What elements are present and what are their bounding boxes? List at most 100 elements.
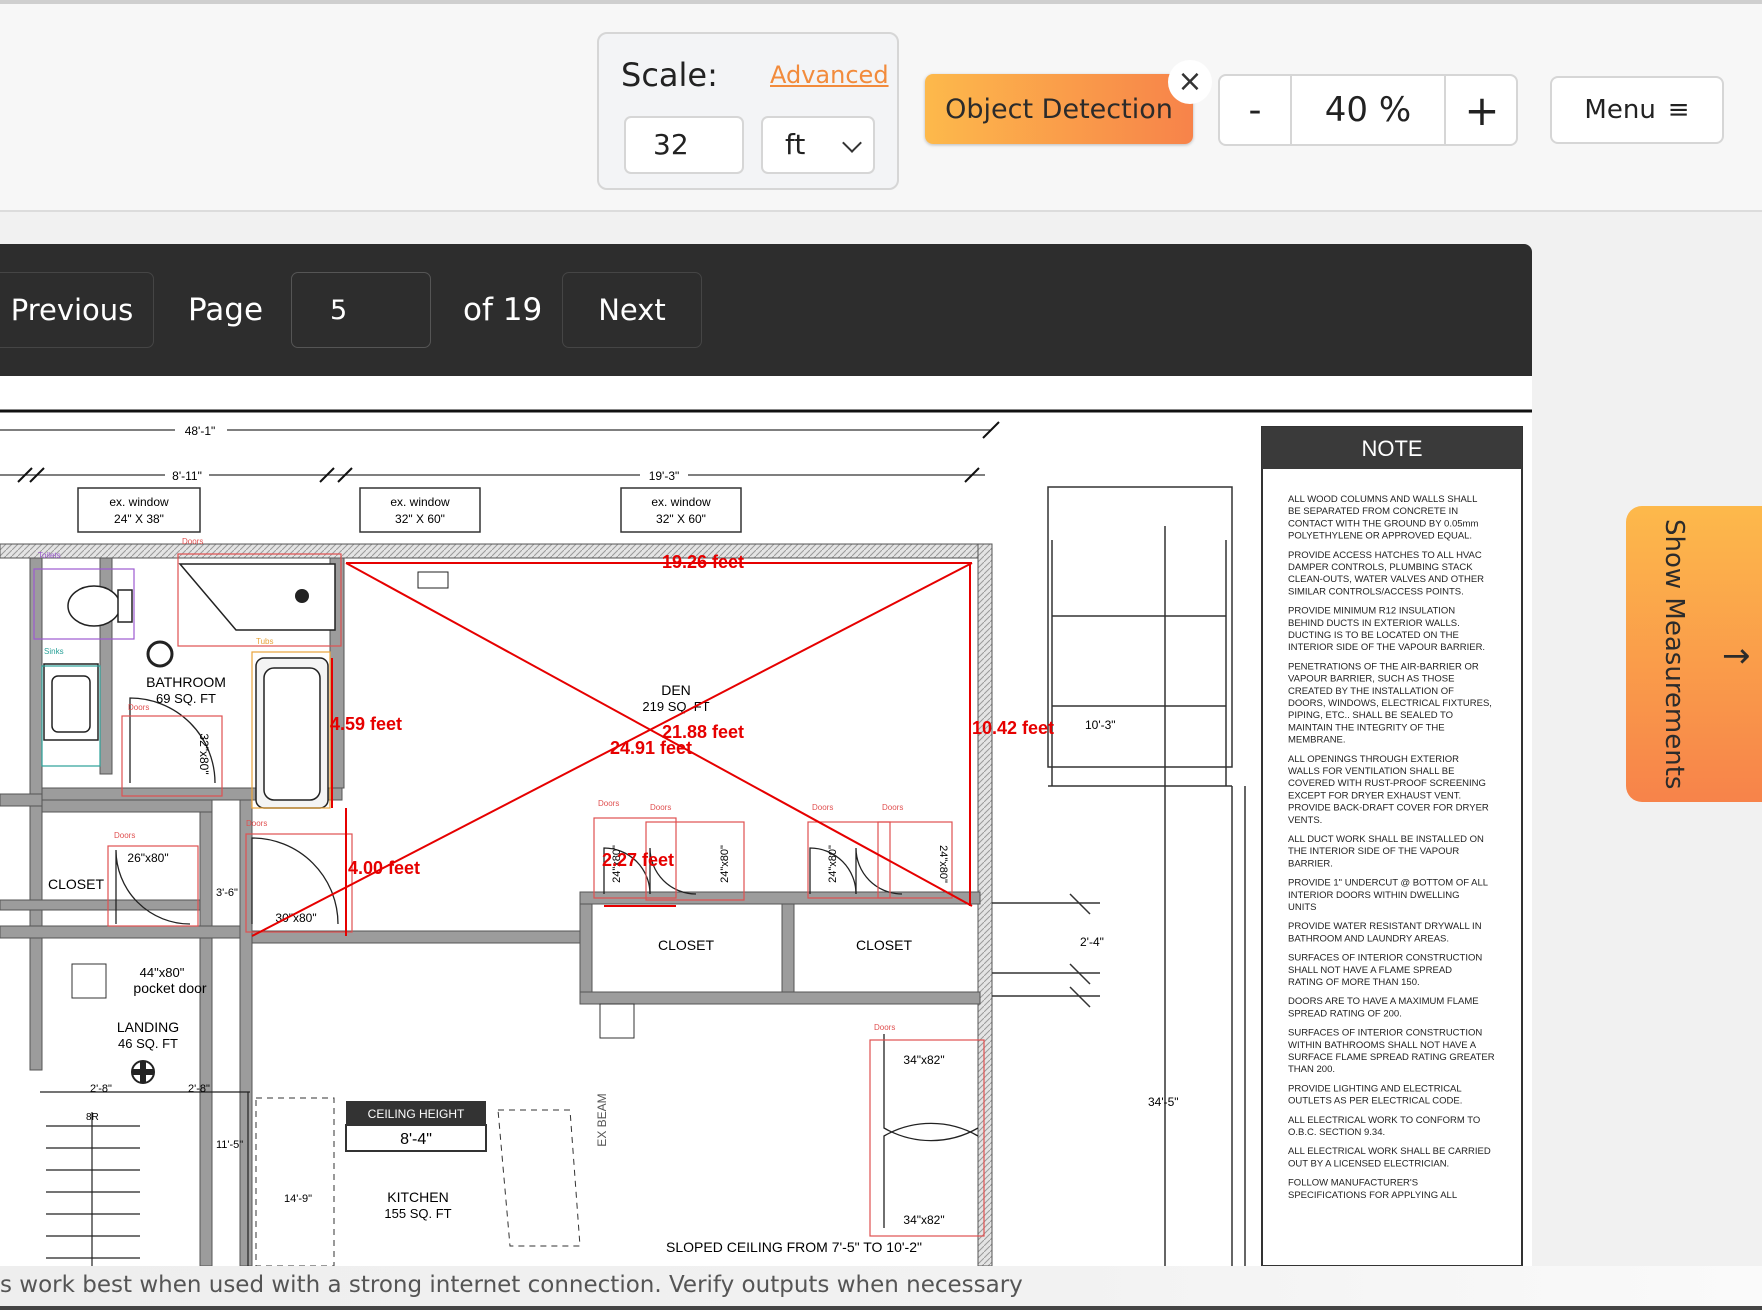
window-label: ex. window 32" X 60" <box>359 487 481 533</box>
svg-text:32" X 60": 32" X 60" <box>656 512 706 526</box>
unit-select-value: ft <box>785 128 806 161</box>
svg-text:Doors: Doors <box>246 819 267 828</box>
scale-input[interactable]: 32 <box>624 116 744 174</box>
close-icon[interactable]: × <box>1168 60 1212 104</box>
note-line: FOLLOW MANUFACTURER'S <box>1288 1178 1418 1189</box>
svg-text:Sinks: Sinks <box>44 647 64 656</box>
right-structure <box>992 486 1246 1266</box>
note-line: PROVIDE LIGHTING AND ELECTRICAL <box>1288 1083 1462 1094</box>
svg-text:Doors: Doors <box>650 803 671 812</box>
note-line: SURFACES OF INTERIOR CONSTRUCTION <box>1288 953 1482 964</box>
note-line: PROVIDE ACCESS HATCHES TO ALL HVAC <box>1288 550 1482 561</box>
note-line: SIMILAR CONTROLS/ACCESS POINTS. <box>1288 586 1464 597</box>
dim-overall: 48'-1" <box>185 424 216 438</box>
note-line: SPECIFICATIONS FOR APPLYING ALL <box>1288 1190 1457 1201</box>
dim-landing: 11'-5" <box>216 1139 243 1151</box>
window-label: ex. window 24" X 38" <box>77 487 201 533</box>
connection-notice: s work best when used with a strong inte… <box>0 1272 1023 1298</box>
door-size: 32"x80" <box>197 733 211 774</box>
floor-plan[interactable]: 48'-1" 8'-11" 19'-3" ex. window 24" X 38… <box>0 376 1532 1266</box>
next-button[interactable]: Next <box>562 272 702 348</box>
kitchen-counter <box>255 1097 335 1266</box>
note-line: SURFACE FLAME SPREAD RATING GREATER <box>1288 1052 1495 1063</box>
note-line: PROVIDE BACK-DRAFT COVER FOR DRYER <box>1288 803 1489 814</box>
note-line: ALL ELECTRICAL WORK TO CONFORM TO <box>1288 1115 1480 1126</box>
advanced-link[interactable]: Advanced <box>770 61 889 89</box>
room-label-closet: CLOSET <box>48 876 104 892</box>
measurement-top: 19.26 feet <box>662 552 744 572</box>
dim-side-long: 34'-5" <box>1148 1095 1179 1109</box>
svg-text:Doors: Doors <box>598 799 619 808</box>
note-line: ALL WOOD COLUMNS AND WALLS SHALL <box>1288 494 1477 505</box>
object-detection-button[interactable]: Object Detection <box>925 74 1193 144</box>
room-area-landing: 46 SQ. FT <box>118 1036 178 1051</box>
note-line: CLEAN-OUTS, WATER VALVES AND OTHER <box>1288 574 1484 585</box>
note-line: CONTACT WITH THE GROUND BY 0.05mm <box>1288 518 1478 529</box>
show-measurements-tab[interactable]: Show Measurements → <box>1626 506 1762 802</box>
scale-label: Scale: <box>621 56 718 94</box>
svg-text:Tubs: Tubs <box>256 637 274 646</box>
measurement-diag2: 24.91 feet <box>610 738 692 758</box>
dim-side: 2'-4" <box>1080 935 1104 949</box>
note-line: DOORS, WINDOWS, ELECTRICAL FIXTURES, <box>1288 698 1492 709</box>
note-line: PIPING, ETC.. SHALL BE SEALED TO <box>1288 710 1453 721</box>
note-line: UNITS <box>1288 902 1317 913</box>
page-label: Page <box>188 292 264 328</box>
dim-kitchen: 14'-9" <box>284 1193 312 1205</box>
note-line: SURFACES OF INTERIOR CONSTRUCTION <box>1288 1028 1482 1039</box>
chevron-down-icon <box>842 133 862 153</box>
exterior-wall <box>0 543 991 559</box>
note-panel: NOTE ALL WOOD COLUMNS AND WALLS SHALLBE … <box>1261 426 1523 1266</box>
dim-stair-rise: 8R <box>86 1112 99 1123</box>
note-line: CREATED BY THE INSTALLATION OF <box>1288 686 1454 697</box>
arrow-right-icon: → <box>1722 636 1751 676</box>
column-box <box>71 963 107 999</box>
room-label-closet: CLOSET <box>658 937 714 953</box>
note-line: COVERED WITH RUST-PROOF SCREENING <box>1288 778 1486 789</box>
note-line: ALL OPENINGS THROUGH EXTERIOR <box>1288 754 1459 765</box>
svg-text:Doors: Doors <box>874 1023 895 1032</box>
svg-text:ex. window: ex. window <box>109 495 169 509</box>
note-title: NOTE <box>1361 436 1422 461</box>
svg-text:32" X 60": 32" X 60" <box>395 512 445 526</box>
note-line: OUTLETS AS PER ELECTRICAL CODE. <box>1288 1096 1462 1107</box>
room-label-landing: LANDING <box>117 1019 179 1035</box>
exterior-wall <box>977 543 993 1266</box>
dim-left: 8'-11" <box>172 469 202 483</box>
hamburger-icon: ≡ <box>1667 95 1690 125</box>
scale-panel: Scale: Advanced 32 ft <box>597 32 899 190</box>
dim-closet: 3'-6" <box>216 887 238 899</box>
note-line: MEMBRANE. <box>1288 735 1346 746</box>
column-box <box>599 1003 635 1039</box>
note-line: OUT BY A LICENSED ELECTRICIAN. <box>1288 1158 1449 1169</box>
ex-beam-label: EX BEAM <box>595 1093 609 1146</box>
floor-plan-viewer[interactable]: 48'-1" 8'-11" 19'-3" ex. window 24" X 38… <box>0 376 1532 1266</box>
measurement-tub: 4.59 feet <box>330 714 402 734</box>
note-line: PROVIDE MINIMUM R12 INSULATION <box>1288 606 1455 617</box>
note-line: VENTS. <box>1288 815 1322 826</box>
zoom-level[interactable]: 40 % <box>1292 76 1444 144</box>
toolbar: Scale: Advanced 32 ft Object Detection ×… <box>0 4 1762 212</box>
door-size: 24"x80" <box>827 845 839 883</box>
bottom-border <box>0 1306 1762 1310</box>
svg-text:ex. window: ex. window <box>651 495 711 509</box>
measurement-small: 2.27 feet <box>602 850 674 870</box>
note-line: THE INTERIOR SIDE OF THE VAPOUR <box>1288 846 1459 857</box>
dim-stair: 2'-8" <box>188 1083 210 1095</box>
shower-icon <box>178 563 336 631</box>
measurement-labels: 19.26 feet 4.59 feet 10.42 feet 21.88 fe… <box>330 552 1054 878</box>
measurement-bottom-left: 4.00 feet <box>348 858 420 878</box>
note-line: PROVIDE WATER RESISTANT DRYWALL IN <box>1288 921 1482 932</box>
page-number-input[interactable]: 5 <box>291 272 431 348</box>
note-line: WALLS FOR VENTILATION SHALL BE <box>1288 766 1454 777</box>
unit-select[interactable]: ft <box>761 116 875 174</box>
previous-button[interactable]: Previous <box>0 272 154 348</box>
svg-text:8'-4": 8'-4" <box>400 1131 432 1148</box>
menu-button[interactable]: Menu ≡ <box>1550 76 1724 144</box>
svg-text:24" X 38": 24" X 38" <box>114 512 164 526</box>
dim-stair: 2'-8" <box>90 1083 112 1095</box>
zoom-in-button[interactable]: + <box>1444 76 1518 144</box>
zoom-out-button[interactable]: - <box>1220 76 1292 144</box>
drain-icon <box>295 589 309 603</box>
note-line: BARRIER. <box>1288 858 1333 869</box>
